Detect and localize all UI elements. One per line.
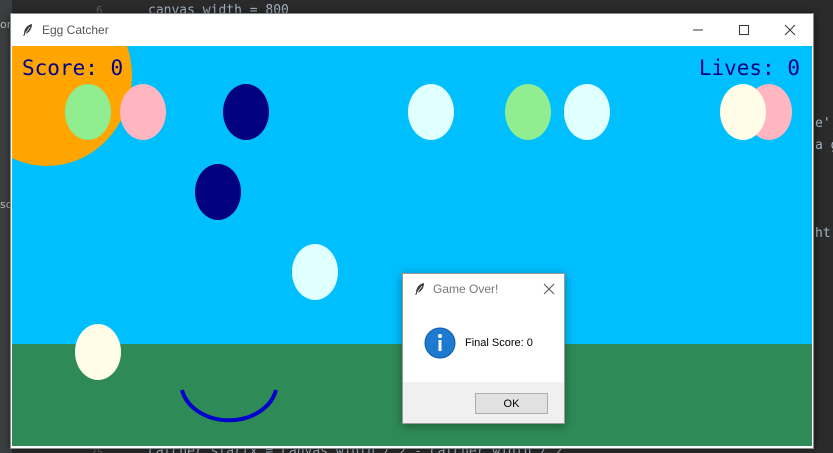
close-button[interactable]	[767, 14, 813, 45]
dialog-titlebar[interactable]: Game Over!	[403, 274, 564, 304]
window-titlebar[interactable]: Egg Catcher	[11, 14, 813, 45]
feather-icon	[415, 283, 424, 295]
egg	[195, 164, 241, 220]
egg	[564, 84, 610, 140]
egg	[408, 84, 454, 140]
lives-label: Lives: 0	[698, 56, 800, 80]
egg	[120, 84, 166, 140]
dialog-body: Final Score: 0	[403, 304, 564, 382]
window-title: Egg Catcher	[42, 22, 109, 37]
ok-button[interactable]: OK	[475, 393, 548, 414]
egg	[720, 84, 766, 140]
dialog-message: Final Score: 0	[465, 337, 533, 349]
catcher-basket[interactable]	[177, 376, 281, 428]
feather-icon	[23, 23, 32, 36]
game-over-dialog: Game Over! Final Score: 0 OK	[402, 273, 565, 424]
maximize-button[interactable]	[721, 14, 767, 45]
dialog-title: Game Over!	[433, 282, 499, 296]
egg	[75, 324, 121, 380]
dialog-footer: OK	[403, 382, 564, 423]
egg	[223, 84, 269, 140]
close-icon[interactable]	[542, 282, 556, 296]
egg	[65, 84, 111, 140]
code-fragment: e')	[815, 116, 833, 131]
egg	[292, 244, 338, 300]
info-icon	[424, 327, 456, 359]
minimize-button[interactable]	[675, 14, 721, 45]
code-fragment: ht	[815, 226, 831, 241]
score-label: Score: 0	[22, 56, 124, 80]
maximize-icon	[739, 24, 749, 35]
minimize-icon	[693, 29, 703, 30]
close-icon	[784, 24, 796, 35]
code-fragment: a g	[815, 138, 833, 153]
egg	[505, 84, 551, 140]
